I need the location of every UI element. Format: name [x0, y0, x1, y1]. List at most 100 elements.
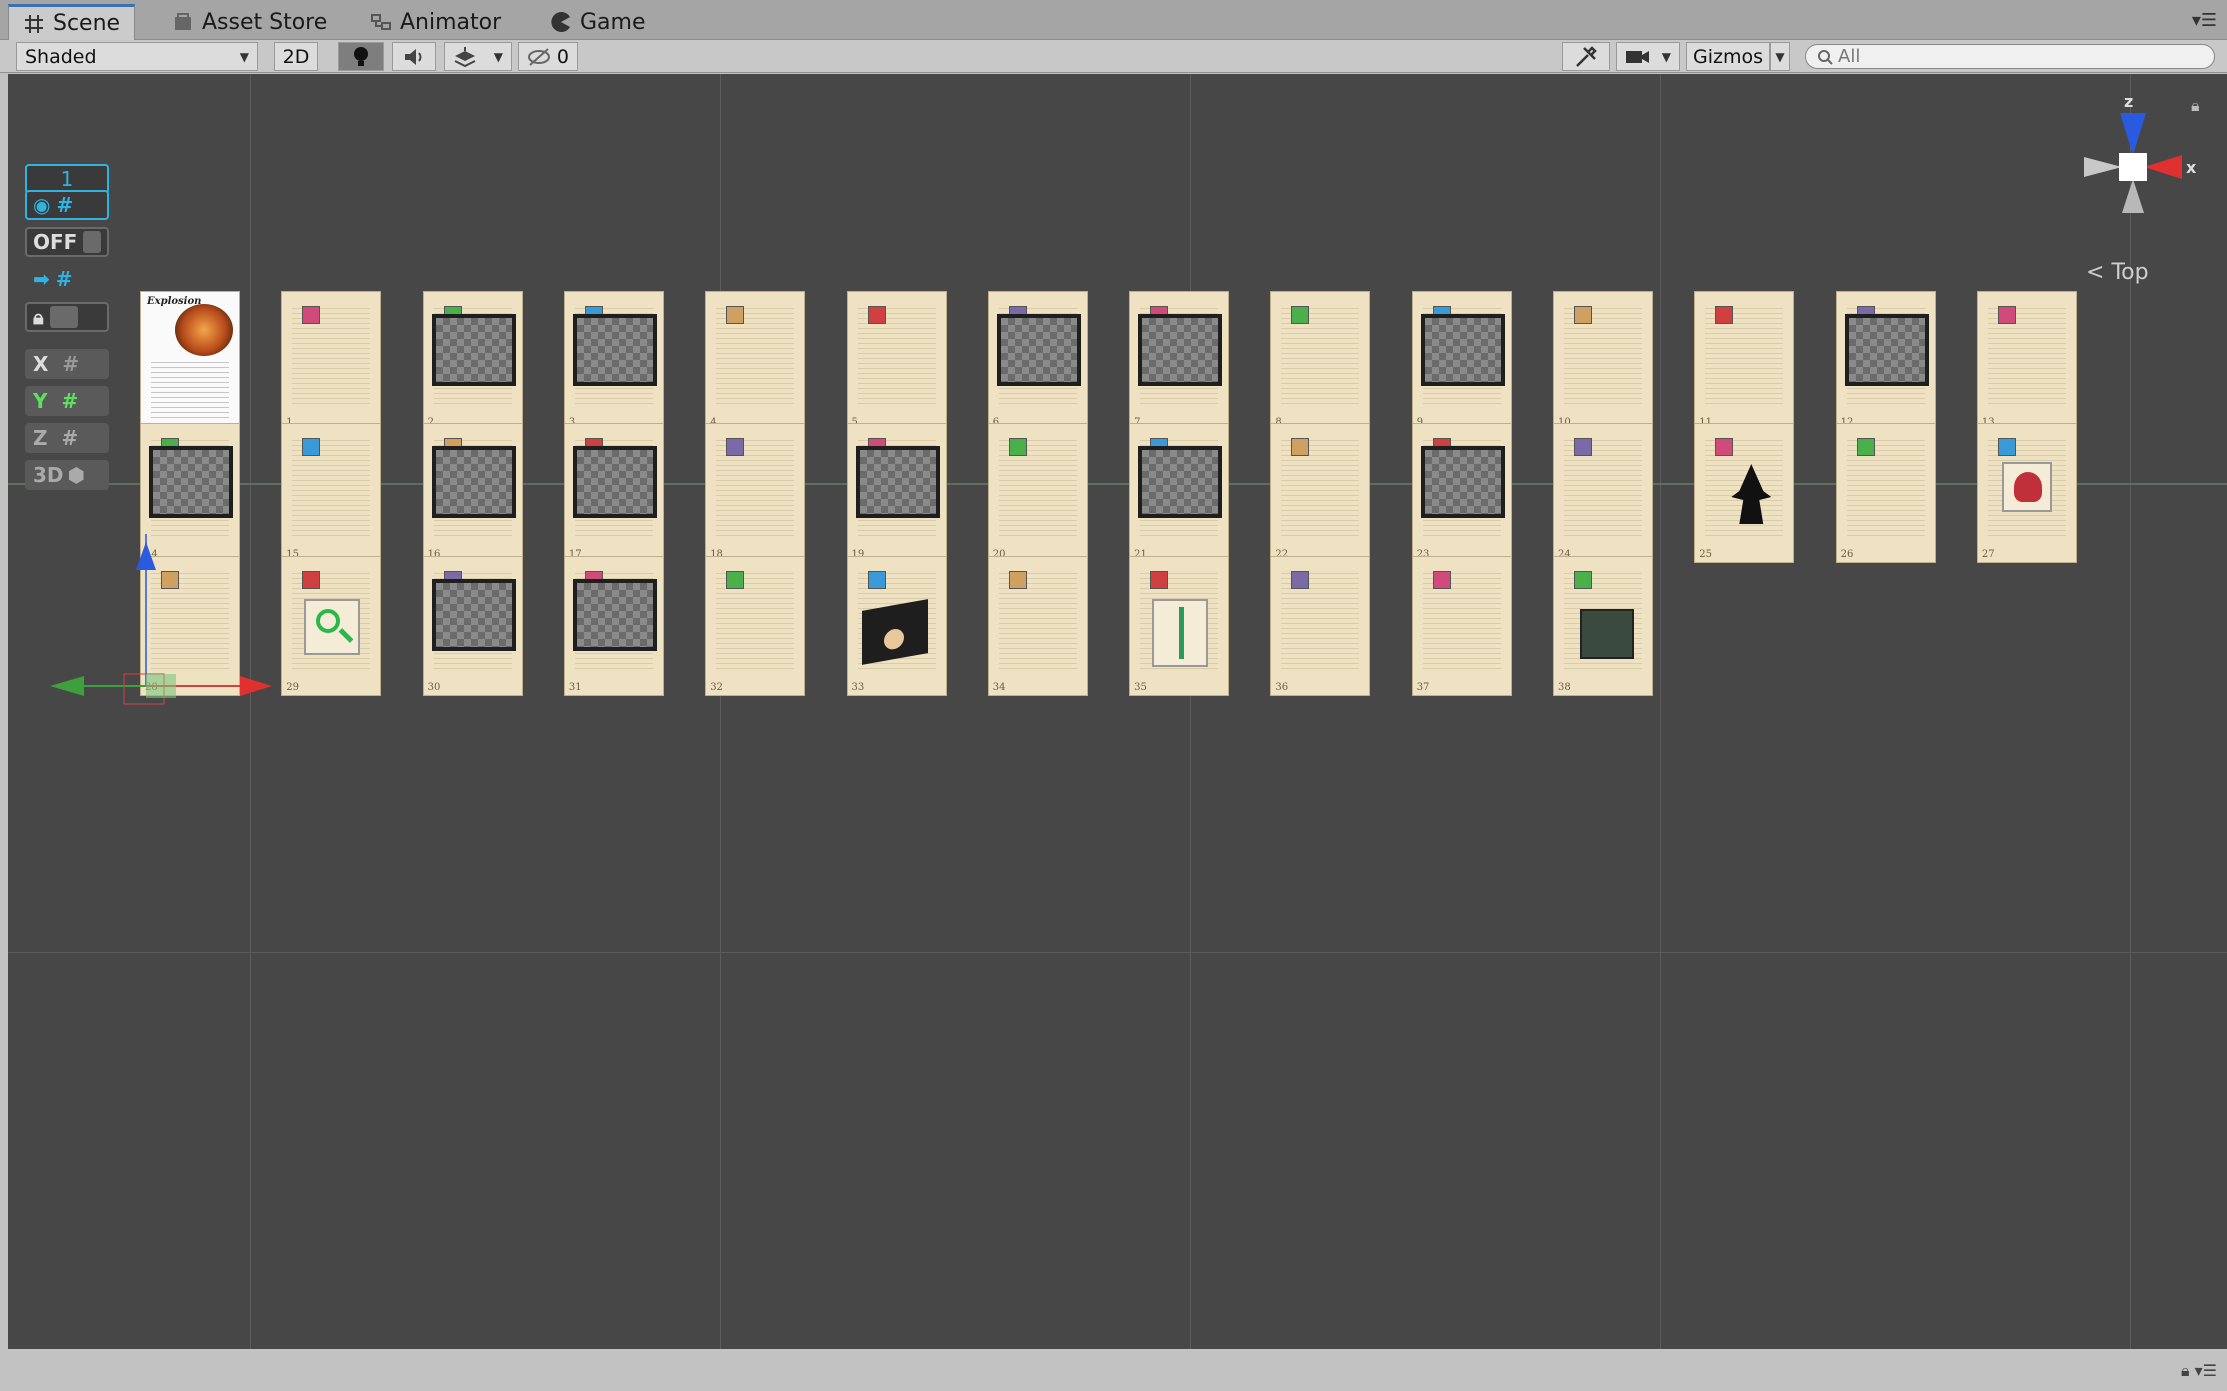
lock-toggle[interactable]: 🔒︎ — [25, 302, 109, 332]
initial-letter — [867, 306, 886, 324]
book-page[interactable]: 34 — [987, 556, 1088, 696]
tools-button[interactable] — [1562, 42, 1610, 71]
page-number: 33 — [851, 682, 865, 693]
book-page[interactable]: 9 — [1411, 291, 1512, 431]
book-page[interactable]: 35 — [1129, 556, 1230, 696]
search-input[interactable]: All — [1805, 44, 2215, 69]
effects-dropdown[interactable]: ▼ — [444, 42, 512, 71]
orientation-gizmo[interactable]: z x — [2058, 90, 2208, 250]
x-axis-label: x — [2186, 158, 2197, 177]
tab-label: Asset Store — [202, 9, 328, 35]
toggle-2d-button[interactable]: 2D — [274, 42, 318, 71]
y-axis-toggle[interactable]: Y # — [25, 386, 109, 416]
lock-menu-icon[interactable]: 🔒︎ ▾☰ — [2181, 1361, 2217, 1381]
view-mode-label[interactable]: < Top — [2086, 260, 2149, 285]
toggle-switch — [49, 306, 78, 328]
book-page[interactable]: 4 — [705, 291, 806, 431]
book-page[interactable]: Explosion — [140, 291, 240, 431]
x-axis-cone[interactable] — [2144, 155, 2182, 179]
gizmos-label: Gizmos — [1693, 45, 1764, 68]
book-page[interactable]: 37 — [1411, 556, 1512, 696]
book-page[interactable]: 27 — [1976, 423, 2077, 563]
book-page[interactable]: 31 — [563, 556, 664, 696]
snap-toggle[interactable]: OFF — [25, 227, 109, 257]
neg-x-axis-cone[interactable] — [2084, 157, 2122, 177]
hidden-objects-toggle[interactable]: 0 — [518, 42, 578, 71]
book-page[interactable]: 2 — [422, 291, 523, 431]
dungeon-room-model — [1138, 314, 1223, 386]
page-number: 27 — [1981, 549, 1995, 560]
initial-letter — [1291, 438, 1310, 456]
scene-viewport[interactable]: Explosion1234567891011121314151617181920… — [8, 74, 2227, 1349]
book-page[interactable]: 1 — [281, 291, 382, 431]
book-page[interactable]: 10 — [1553, 291, 1653, 431]
book-page[interactable]: 25 — [1694, 423, 1795, 563]
page-text — [151, 358, 229, 418]
z-axis-toggle[interactable]: Z # — [25, 423, 109, 453]
book-page[interactable]: 36 — [1270, 556, 1371, 696]
move-gizmo[interactable] — [28, 494, 298, 724]
window-menu-icon[interactable]: ▾☰ — [2192, 10, 2217, 31]
explosion-image — [175, 304, 233, 356]
toggle-switch — [83, 231, 101, 253]
book-page[interactable]: 19 — [846, 423, 947, 563]
book-page[interactable]: 30 — [422, 556, 523, 696]
neg-z-axis-cone[interactable] — [2122, 179, 2144, 213]
tab-scene[interactable]: Scene — [8, 4, 136, 40]
gizmos-dropdown[interactable]: ▼ — [1770, 42, 1790, 71]
visibility-grid-toggle[interactable]: ◉ # — [25, 190, 109, 220]
center-cube[interactable] — [2119, 153, 2147, 181]
shading-mode-dropdown[interactable]: Shaded ▼ — [16, 42, 258, 71]
book-page[interactable]: 21 — [1129, 423, 1230, 563]
book-page[interactable]: 24 — [1553, 423, 1653, 563]
lock-icon: 🔒︎ — [33, 305, 44, 329]
initial-letter — [1574, 438, 1592, 456]
book-page[interactable]: 26 — [1835, 423, 1936, 563]
3d-toggle[interactable]: 3D ⬢ — [25, 460, 109, 490]
page-number: 31 — [568, 682, 582, 693]
chevron-down-icon: ▼ — [493, 49, 503, 64]
store-icon — [175, 13, 191, 30]
book-page[interactable]: 23 — [1411, 423, 1512, 563]
initial-letter — [302, 438, 321, 456]
move-grid-toggle[interactable]: ➡ # — [25, 264, 109, 294]
arrow-right-icon: ➡ — [33, 267, 50, 291]
book-page[interactable]: 7 — [1129, 291, 1230, 431]
book-page[interactable]: 5 — [846, 291, 947, 431]
chevron-down-icon: ▼ — [1775, 49, 1785, 64]
tab-asset-store[interactable]: Asset Store — [158, 4, 341, 40]
book-page[interactable]: 11 — [1694, 291, 1795, 431]
lock-icon[interactable]: 🔒︎ — [2191, 96, 2200, 116]
book-page[interactable]: 22 — [1270, 423, 1371, 563]
book-page[interactable]: 33 — [846, 556, 947, 696]
initial-letter — [726, 306, 745, 324]
hidden-count: 0 — [556, 45, 569, 68]
book-page[interactable]: 38 — [1553, 556, 1653, 696]
book-page[interactable]: 17 — [563, 423, 664, 563]
book-page[interactable]: 20 — [987, 423, 1088, 563]
book-page[interactable]: 18 — [705, 423, 806, 563]
audio-toggle[interactable] — [392, 42, 436, 71]
x-axis-toggle[interactable]: X # — [25, 349, 109, 379]
tab-game[interactable]: Game — [536, 4, 660, 40]
closed-book-model — [1580, 609, 1634, 659]
book-page[interactable]: 12 — [1835, 291, 1936, 431]
book-page[interactable]: 3 — [563, 291, 664, 431]
skull-icon — [2001, 462, 2052, 512]
book-page[interactable]: 13 — [1976, 291, 2077, 431]
camera-icon — [1626, 50, 1649, 63]
camera-dropdown[interactable]: ▼ — [1616, 42, 1680, 71]
scene-toolbar: Shaded ▼ 2D ▼ 0 ▼ Gizmos ▼ All — [0, 40, 2227, 73]
grid-icon: # — [55, 267, 73, 291]
initial-letter — [1432, 571, 1451, 589]
dungeon-room-model — [431, 446, 516, 518]
lighting-toggle[interactable] — [338, 42, 384, 71]
z-axis-cone[interactable] — [2120, 113, 2146, 155]
snap-off-label: OFF — [33, 230, 78, 254]
tab-animator[interactable]: Animator — [356, 4, 515, 40]
book-page[interactable]: 8 — [1270, 291, 1371, 431]
book-page[interactable]: 32 — [705, 556, 806, 696]
gizmos-button[interactable]: Gizmos — [1686, 42, 1770, 71]
book-page[interactable]: 16 — [422, 423, 523, 563]
book-page[interactable]: 6 — [987, 291, 1088, 431]
